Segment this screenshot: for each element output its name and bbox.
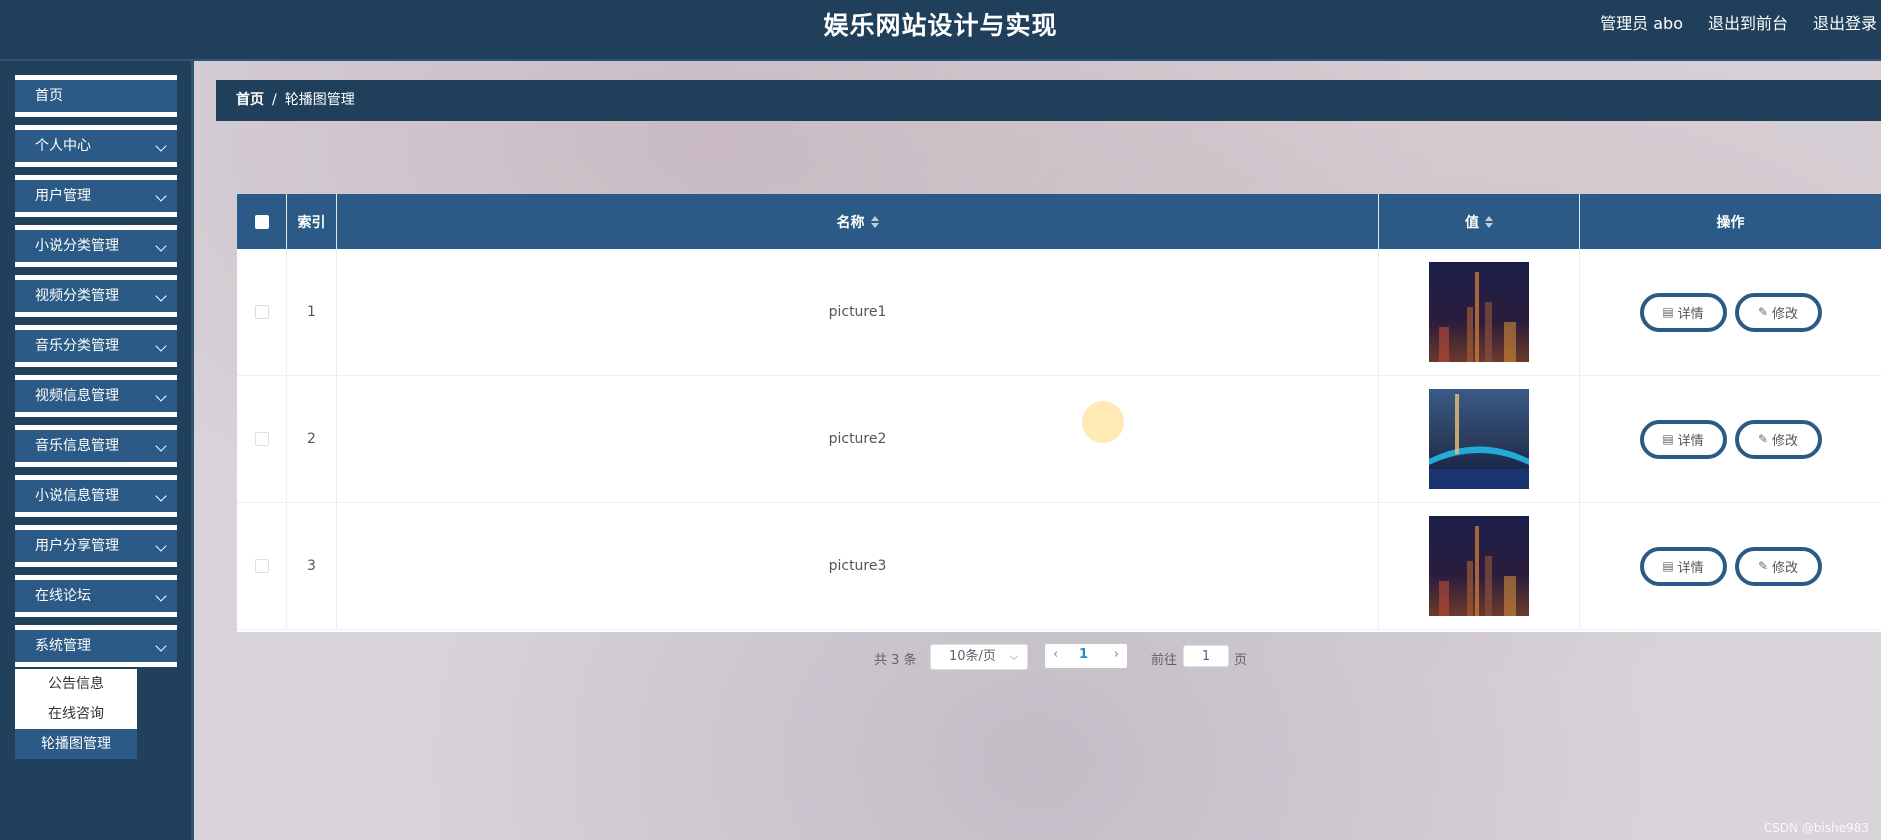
submenu-item-notice[interactable]: 公告信息 — [15, 669, 137, 699]
breadcrumb-separator: / — [272, 92, 277, 108]
submenu-item-carousel[interactable]: 轮播图管理 — [15, 729, 137, 759]
row-check-cell — [237, 249, 287, 375]
chevron-down-icon — [155, 340, 167, 352]
breadcrumb: 首页 / 轮播图管理 — [216, 80, 1881, 121]
row-name: picture1 — [337, 249, 1379, 375]
next-page-icon[interactable]: › — [1114, 647, 1119, 662]
row-name: picture3 — [337, 503, 1379, 629]
sidebar-item-video-info[interactable]: 视频信息管理 — [15, 375, 177, 417]
site-title: 娱乐网站设计与实现 — [823, 11, 1058, 40]
main-content: 首页 / 轮播图管理 索引 名称 值 操作 1 picture1 ▤ 详情 ✎ … — [194, 61, 1881, 840]
pagination: 共 3 条 10条/页 ‹ 1 › 前往 页 — [194, 643, 1881, 671]
row-check-cell — [237, 503, 287, 629]
sidebar-item-system[interactable]: 系统管理 — [15, 625, 177, 667]
row-index: 1 — [287, 249, 337, 375]
chevron-down-icon — [155, 140, 167, 152]
edit-button[interactable]: ✎ 修改 — [1734, 419, 1822, 459]
pagination-total: 共 3 条 — [874, 653, 917, 668]
carousel-table: 索引 名称 值 操作 1 picture1 ▤ 详情 ✎ 修改 2 pictur… — [237, 194, 1881, 632]
sidebar-item-novel-category[interactable]: 小说分类管理 — [15, 225, 177, 267]
table-row: 2 picture2 ▤ 详情 ✎ 修改 — [237, 376, 1881, 503]
row-value — [1379, 249, 1580, 375]
submenu-item-consult[interactable]: 在线咨询 — [15, 699, 137, 729]
sort-icon[interactable] — [870, 215, 879, 228]
page-number-current[interactable]: 1 — [1079, 647, 1088, 662]
system-submenu: 公告信息 在线咨询 轮播图管理 — [15, 669, 137, 759]
chevron-down-icon — [155, 240, 167, 252]
table-row: 3 picture3 ▤ 详情 ✎ 修改 — [237, 503, 1881, 630]
sidebar-item-novel-info[interactable]: 小说信息管理 — [15, 475, 177, 517]
sidebar-item-user-management[interactable]: 用户管理 — [15, 175, 177, 217]
sidebar-item-music-info[interactable]: 音乐信息管理 — [15, 425, 177, 467]
row-checkbox[interactable] — [254, 305, 269, 319]
sidebar-item-user-share[interactable]: 用户分享管理 — [15, 525, 177, 567]
page-suffix-label: 页 — [1234, 653, 1248, 668]
row-value — [1379, 503, 1580, 629]
chevron-down-icon — [155, 290, 167, 302]
chevron-down-icon — [155, 390, 167, 402]
goto-label: 前往 — [1151, 653, 1178, 668]
chevron-down-icon — [1009, 651, 1019, 661]
detail-button[interactable]: ▤ 详情 — [1639, 292, 1727, 332]
chevron-down-icon — [155, 190, 167, 202]
logout-link[interactable]: 退出登录 — [1813, 10, 1877, 34]
pencil-icon: ✎ — [1757, 432, 1769, 446]
exit-to-frontend-link[interactable]: 退出到前台 — [1708, 10, 1788, 34]
page-buttons: ‹ 1 › — [1045, 644, 1127, 668]
breadcrumb-current: 轮播图管理 — [284, 92, 355, 108]
row-ops: ▤ 详情 ✎ 修改 — [1580, 249, 1881, 375]
edit-button[interactable]: ✎ 修改 — [1734, 546, 1822, 586]
page-size-select[interactable]: 10条/页 — [930, 644, 1028, 670]
chevron-down-icon — [155, 540, 167, 552]
sort-icon[interactable] — [1485, 215, 1493, 228]
breadcrumb-home[interactable]: 首页 — [236, 92, 264, 108]
document-icon: ▤ — [1662, 432, 1674, 446]
chevron-down-icon — [155, 490, 167, 502]
header-check-cell — [237, 194, 287, 249]
edit-button[interactable]: ✎ 修改 — [1734, 292, 1822, 332]
row-ops: ▤ 详情 ✎ 修改 — [1580, 376, 1881, 502]
row-index: 3 — [287, 503, 337, 629]
row-index: 2 — [287, 376, 337, 502]
sidebar-item-personal-center[interactable]: 个人中心 — [15, 125, 177, 167]
top-header: 娱乐网站设计与实现 管理员 abo 退出到前台 退出登录 — [0, 0, 1881, 61]
carousel-thumbnail-image — [1429, 516, 1529, 616]
select-all-checkbox[interactable] — [254, 214, 269, 229]
goto-page-input[interactable] — [1183, 645, 1229, 667]
detail-button[interactable]: ▤ 详情 — [1639, 419, 1727, 459]
sidebar-item-video-category[interactable]: 视频分类管理 — [15, 275, 177, 317]
row-checkbox[interactable] — [254, 432, 269, 446]
admin-user-label: 管理员 abo — [1600, 14, 1683, 33]
row-checkbox[interactable] — [254, 559, 269, 573]
detail-button[interactable]: ▤ 详情 — [1639, 546, 1727, 586]
sidebar-item-forum[interactable]: 在线论坛 — [15, 575, 177, 617]
header-value[interactable]: 值 — [1379, 194, 1580, 249]
row-value — [1379, 376, 1580, 502]
row-ops: ▤ 详情 ✎ 修改 — [1580, 503, 1881, 629]
carousel-thumbnail-image — [1429, 262, 1529, 362]
pencil-icon: ✎ — [1757, 305, 1769, 319]
chevron-down-icon — [155, 440, 167, 452]
pencil-icon: ✎ — [1757, 559, 1769, 573]
sidebar-item-home[interactable]: 首页 — [15, 75, 177, 117]
row-name: picture2 — [337, 376, 1379, 502]
chevron-down-icon — [155, 590, 167, 602]
sidebar-item-music-category[interactable]: 音乐分类管理 — [15, 325, 177, 367]
chevron-down-icon — [155, 640, 167, 652]
header-index: 索引 — [287, 194, 337, 249]
carousel-thumbnail-image — [1429, 389, 1529, 489]
table-row: 1 picture1 ▤ 详情 ✎ 修改 — [237, 249, 1881, 376]
document-icon: ▤ — [1662, 559, 1674, 573]
row-check-cell — [237, 376, 287, 502]
header-ops: 操作 — [1716, 214, 1745, 231]
header-name[interactable]: 名称 — [337, 194, 1379, 249]
document-icon: ▤ — [1662, 305, 1674, 319]
prev-page-icon[interactable]: ‹ — [1053, 647, 1058, 662]
watermark: CSDN @bishe983 — [1763, 821, 1869, 835]
mouse-cursor-highlight — [1082, 401, 1124, 443]
table-header: 索引 名称 值 操作 — [237, 194, 1881, 249]
